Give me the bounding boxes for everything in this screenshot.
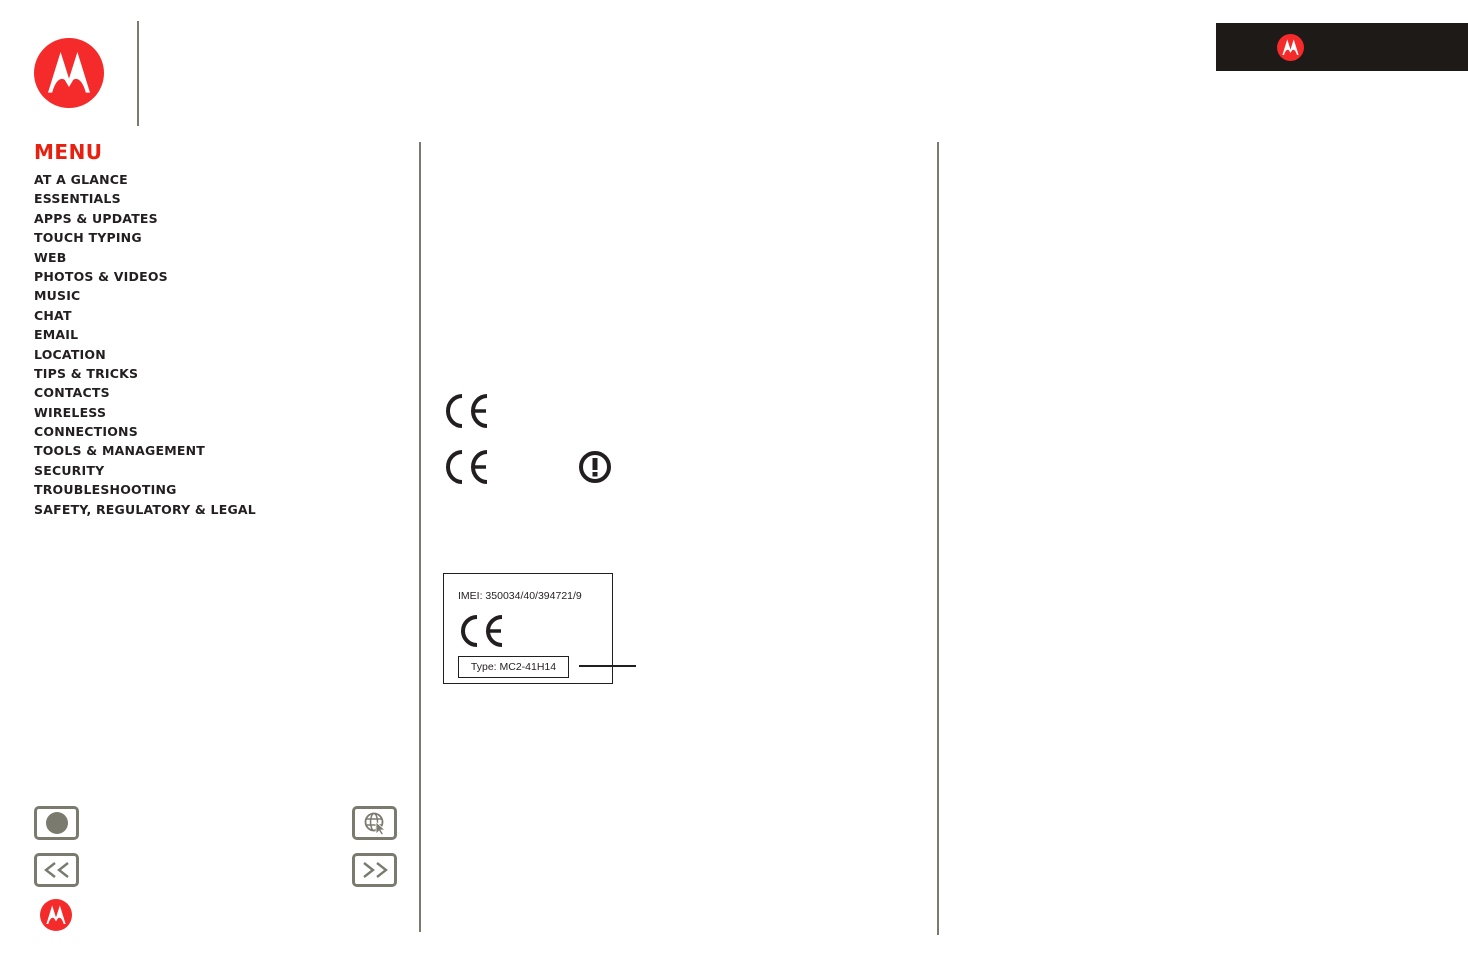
menu-item-connections[interactable]: CONNECTIONS bbox=[34, 424, 256, 443]
globe-cursor-icon bbox=[364, 812, 386, 835]
home-dot-icon bbox=[45, 812, 68, 834]
motorola-logo bbox=[34, 38, 104, 108]
menu-item-safety-regulatory-legal[interactable]: SAFETY, REGULATORY & LEGAL bbox=[34, 502, 256, 521]
top-banner bbox=[1216, 23, 1468, 71]
callout-line bbox=[579, 665, 636, 667]
motorola-logo-small bbox=[1277, 34, 1304, 61]
type-number-box: Type: MC2-41H14 bbox=[458, 656, 569, 678]
menu-item-location[interactable]: LOCATION bbox=[34, 347, 256, 366]
menu-item-photos-videos[interactable]: PHOTOS & VIDEOS bbox=[34, 269, 256, 288]
column-divider-right bbox=[937, 142, 939, 935]
header-divider bbox=[137, 21, 139, 126]
menu-item-chat[interactable]: CHAT bbox=[34, 308, 256, 327]
next-button[interactable] bbox=[352, 853, 397, 887]
exclamation-circle-icon bbox=[579, 451, 611, 483]
web-button[interactable] bbox=[352, 806, 397, 840]
menu-item-troubleshooting[interactable]: TROUBLESHOOTING bbox=[34, 482, 256, 501]
ce-mark-icon bbox=[446, 450, 488, 484]
menu-item-web[interactable]: WEB bbox=[34, 250, 256, 269]
back-button[interactable] bbox=[34, 853, 79, 887]
column-divider-left bbox=[419, 142, 421, 932]
menu-item-email[interactable]: EMAIL bbox=[34, 327, 256, 346]
home-button[interactable] bbox=[34, 806, 79, 840]
menu-item-music[interactable]: MUSIC bbox=[34, 288, 256, 307]
imei-text: IMEI: 350034/40/394721/9 bbox=[458, 590, 582, 602]
ce-mark-icon bbox=[461, 615, 503, 647]
menu-item-tips-tricks[interactable]: TIPS & TRICKS bbox=[34, 366, 256, 385]
menu-title: MENU bbox=[34, 140, 103, 164]
menu-item-touch-typing[interactable]: TOUCH TYPING bbox=[34, 230, 256, 249]
menu-item-contacts[interactable]: CONTACTS bbox=[34, 385, 256, 404]
menu-item-at-a-glance[interactable]: AT A GLANCE bbox=[34, 172, 256, 191]
back-double-chevron-icon bbox=[43, 862, 69, 878]
next-double-chevron-icon bbox=[362, 862, 388, 878]
menu-item-essentials[interactable]: ESSENTIALS bbox=[34, 191, 256, 210]
product-label-diagram: IMEI: 350034/40/394721/9 Type: MC2-41H14 bbox=[443, 573, 613, 684]
menu-item-apps-updates[interactable]: APPS & UPDATES bbox=[34, 211, 256, 230]
ce-mark-icon bbox=[446, 394, 488, 428]
menu-item-security[interactable]: SECURITY bbox=[34, 463, 256, 482]
menu-list: AT A GLANCE ESSENTIALS APPS & UPDATES TO… bbox=[34, 172, 256, 521]
menu-item-tools-management[interactable]: TOOLS & MANAGEMENT bbox=[34, 443, 256, 462]
motorola-footer-logo[interactable] bbox=[40, 899, 72, 931]
menu-item-wireless[interactable]: WIRELESS bbox=[34, 405, 256, 424]
